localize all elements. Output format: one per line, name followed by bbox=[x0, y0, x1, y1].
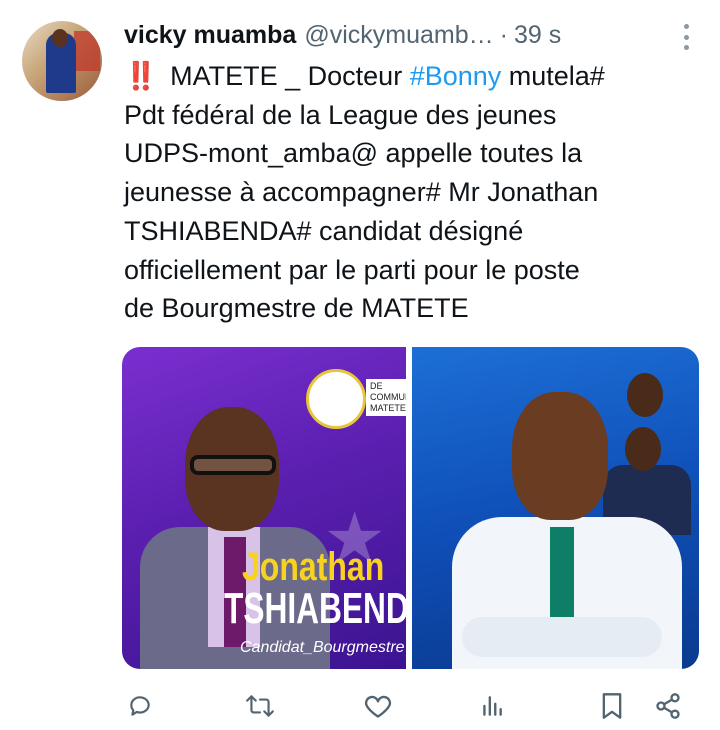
tweet-line-4: jeunesse à accompagner# Mr Jonathan bbox=[124, 177, 599, 208]
more-dot bbox=[683, 24, 689, 29]
double-exclamation-icon: ‼️ bbox=[124, 61, 158, 91]
tweet-line-6: officiellement par le parti pour le post… bbox=[124, 254, 580, 285]
media-image-1[interactable]: ★ DE COMMUNE MATETE Jonathan TSHIABENDA … bbox=[122, 347, 406, 669]
bookmark-button[interactable] bbox=[594, 688, 630, 724]
tweet-text-segment: MATETE _ Docteur bbox=[162, 61, 410, 91]
media-image-2[interactable] bbox=[412, 347, 699, 669]
bookmark-icon bbox=[602, 693, 622, 719]
heart-icon bbox=[364, 695, 392, 718]
retweet-icon bbox=[246, 695, 274, 717]
reply-button[interactable] bbox=[122, 688, 158, 724]
avatar-background-art bbox=[74, 31, 100, 71]
avatar-head bbox=[52, 29, 68, 47]
more-options-icon[interactable] bbox=[682, 24, 690, 50]
more-dot bbox=[683, 34, 689, 40]
retweet-button[interactable] bbox=[242, 688, 278, 724]
poster-last-name: TSHIABENDA bbox=[224, 584, 406, 633]
portrait-crossed-arms bbox=[462, 617, 662, 657]
author-handle[interactable]: @vickymuamb… bbox=[304, 21, 493, 50]
separator-dot: · bbox=[499, 20, 508, 49]
tweet-actions-bar bbox=[122, 688, 692, 728]
portrait-glasses bbox=[190, 455, 276, 475]
timestamp[interactable]: 39 s bbox=[514, 21, 561, 50]
share-icon bbox=[656, 693, 680, 719]
portrait-head bbox=[512, 392, 608, 520]
logo-text: DE COMMUNE MATETE bbox=[366, 379, 406, 416]
tweet-line-2: Pdt fédéral de la League des jeunes bbox=[124, 99, 557, 130]
tweet-header: vicky muamba @vickymuamb… · 39 s bbox=[124, 18, 561, 52]
reply-icon bbox=[130, 696, 150, 716]
tweet-media-grid: ★ DE COMMUNE MATETE Jonathan TSHIABENDA … bbox=[122, 347, 699, 669]
poster-first-name: Jonathan bbox=[242, 545, 385, 589]
views-button[interactable] bbox=[474, 688, 510, 724]
tweet-line-3: UDPS-mont_amba@ appelle toutes la bbox=[124, 138, 583, 169]
tweet-text-segment: mutela# bbox=[501, 61, 605, 91]
tweet-text: ‼️ MATETE _ Docteur #Bonny mutela# Pdt f… bbox=[124, 57, 704, 328]
candidate-portrait bbox=[442, 387, 682, 669]
analytics-icon bbox=[483, 696, 502, 716]
poster-caption: Candidat_Bourgmestre bbox=[240, 639, 405, 656]
tweet-line-1: ‼️ MATETE _ Docteur #Bonny mutela# bbox=[124, 57, 704, 96]
hashtag-link[interactable]: #Bonny bbox=[410, 61, 502, 91]
share-button[interactable] bbox=[650, 688, 686, 724]
tweet-line-5: TSHIABENDA# candidat désigné bbox=[124, 215, 524, 246]
tweet-line-7: de Bourgmestre de MATETE bbox=[124, 293, 469, 324]
more-dot bbox=[683, 45, 689, 50]
author-avatar[interactable] bbox=[22, 21, 102, 101]
author-name[interactable]: vicky muamba bbox=[124, 21, 296, 50]
like-button[interactable] bbox=[360, 688, 396, 724]
